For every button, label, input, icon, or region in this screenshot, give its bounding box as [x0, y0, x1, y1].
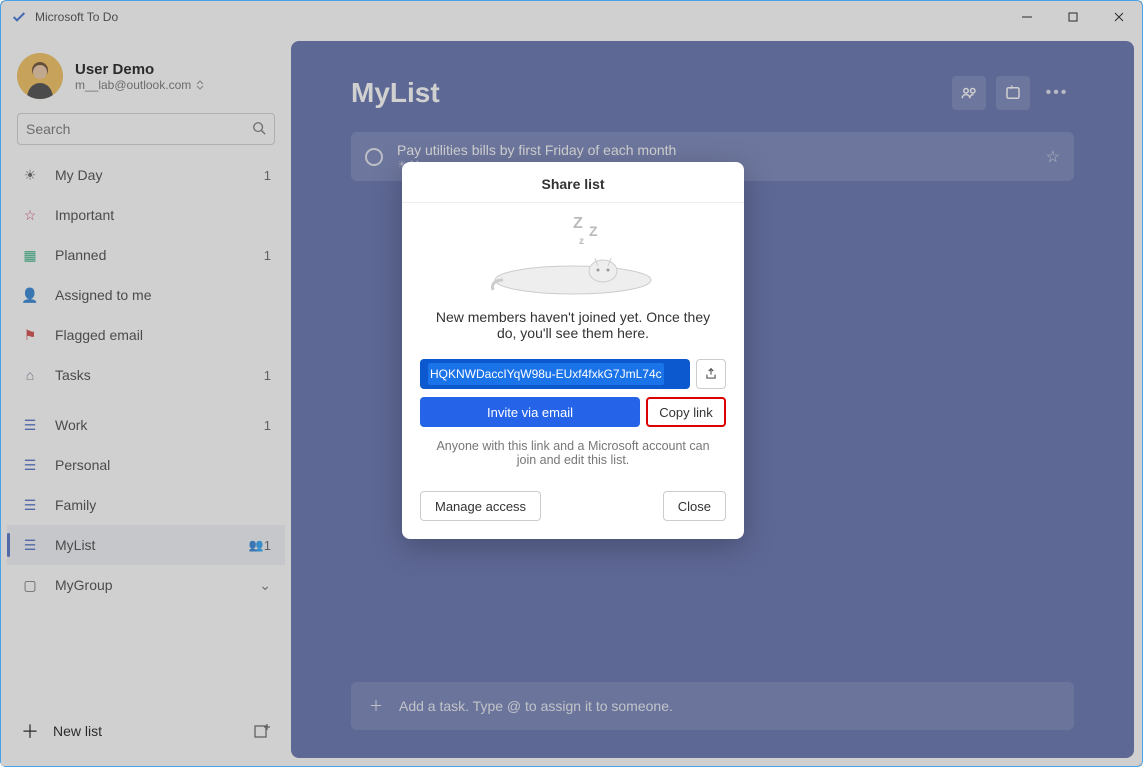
- share-link-field[interactable]: HQKNWDaccIYqW98u-EUxf4fxkG7JmL74c: [420, 359, 690, 389]
- svg-text:Z: Z: [573, 215, 583, 232]
- dialog-note: Anyone with this link and a Microsoft ac…: [402, 431, 744, 481]
- manage-access-button[interactable]: Manage access: [420, 491, 541, 521]
- close-dialog-button[interactable]: Close: [663, 491, 726, 521]
- dialog-title: Share list: [402, 162, 744, 203]
- svg-text:Z: Z: [589, 223, 598, 239]
- invite-email-button[interactable]: Invite via email: [420, 397, 640, 427]
- dialog-message: New members haven't joined yet. Once the…: [402, 303, 744, 359]
- share-dialog: Share list Z Z z New members haven't joi…: [402, 162, 744, 539]
- sleeping-cat-illustration: Z Z z: [402, 203, 744, 303]
- copy-link-button[interactable]: Copy link: [646, 397, 726, 427]
- svg-text:z: z: [579, 236, 584, 247]
- share-external-button[interactable]: [696, 359, 726, 389]
